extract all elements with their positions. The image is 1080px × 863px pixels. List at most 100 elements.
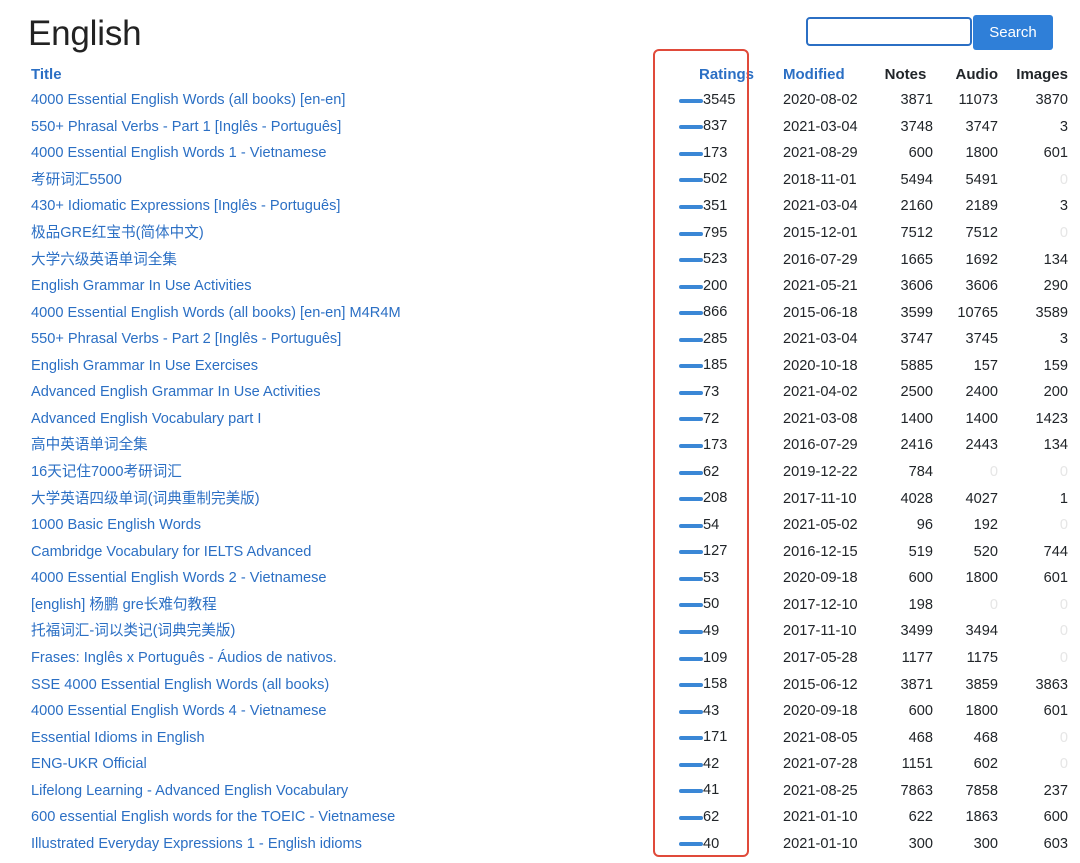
table-row: Lifelong Learning - Advanced English Voc… <box>24 778 1068 805</box>
notes-cell: 600 <box>908 145 933 162</box>
deck-link[interactable]: Cambridge Vocabulary for IELTS Advanced <box>31 544 311 560</box>
rating-cell: 42 <box>676 752 777 779</box>
audio-cell: 11073 <box>958 92 999 109</box>
deck-link[interactable]: 大学六级英语单词全集 <box>31 252 177 268</box>
header-title[interactable]: Title <box>24 62 676 88</box>
notes-cell: 7863 <box>900 782 933 799</box>
rating-cell: 185 <box>676 353 777 380</box>
rating-bar <box>679 815 703 820</box>
deck-title-cell: 550+ Phrasal Verbs - Part 2 [Inglês - Po… <box>24 327 676 354</box>
deck-link[interactable]: 600 essential English words for the TOEI… <box>31 809 395 825</box>
deck-link[interactable]: 550+ Phrasal Verbs - Part 2 [Inglês - Po… <box>31 331 341 347</box>
modified-cell: 2016-07-29 <box>783 251 858 268</box>
audio-cell: 0 <box>989 596 998 613</box>
deck-link[interactable]: 考研词汇5500 <box>31 172 122 188</box>
modified-cell: 2017-11-10 <box>783 623 857 640</box>
rating-bar <box>679 284 703 289</box>
deck-title-cell: English Grammar In Use Activities <box>24 274 676 301</box>
table-row: 4000 Essential English Words 4 - Vietnam… <box>24 699 1068 726</box>
deck-link[interactable]: 16天记住7000考研词汇 <box>31 464 182 480</box>
rating-bar <box>679 683 703 688</box>
images-cell: 3 <box>1059 118 1068 135</box>
audio-cell: 468 <box>973 729 998 746</box>
deck-link[interactable]: 极品GRE红宝书(简体中文) <box>31 225 204 241</box>
deck-title-cell: 4000 Essential English Words 4 - Vietnam… <box>24 699 676 726</box>
deck-link[interactable]: [english] 杨鹏 gre长难句教程 <box>31 597 217 613</box>
images-cell: 0 <box>1059 756 1068 773</box>
deck-link[interactable]: 1000 Basic English Words <box>31 517 201 533</box>
audio-cell: 4027 <box>965 490 998 507</box>
notes-cell: 198 <box>908 596 933 613</box>
deck-link[interactable]: 4000 Essential English Words 2 - Vietnam… <box>31 570 327 586</box>
modified-cell: 2019-12-22 <box>783 464 858 481</box>
deck-link[interactable]: Illustrated Everyday Expressions 1 - Eng… <box>31 836 362 852</box>
sort-by-ratings-link[interactable]: Ratings <box>699 66 754 83</box>
deck-title-cell: English Grammar In Use Exercises <box>24 353 676 380</box>
audio-cell: 602 <box>973 756 998 773</box>
rating-cell: 62 <box>676 805 777 832</box>
search-button[interactable]: Search <box>973 15 1053 50</box>
shared-decks-table: Title Ratings Modified Notes Audio Image… <box>24 62 1068 863</box>
deck-link[interactable]: Advanced English Grammar In Use Activiti… <box>31 384 321 400</box>
deck-link[interactable]: 大学英语四级单词(词典重制完美版) <box>31 491 260 507</box>
notes-cell: 1177 <box>901 649 933 666</box>
modified-cell: 2021-08-25 <box>783 782 858 799</box>
deck-link[interactable]: English Grammar In Use Exercises <box>31 358 258 374</box>
audio-cell: 7858 <box>965 782 998 799</box>
notes-cell: 7512 <box>900 224 933 241</box>
deck-title-cell: Advanced English Grammar In Use Activiti… <box>24 380 676 407</box>
header-ratings[interactable]: Ratings <box>676 62 777 88</box>
audio-cell: 1800 <box>965 145 998 162</box>
rating-value: 285 <box>703 330 728 347</box>
table-row: English Grammar In Use Activities 200 2021… <box>24 274 1068 301</box>
rating-cell: 127 <box>676 539 777 566</box>
deck-link[interactable]: English Grammar In Use Activities <box>31 278 252 294</box>
deck-link[interactable]: 高中英语单词全集 <box>31 437 148 453</box>
deck-link[interactable]: 4000 Essential English Words (all books)… <box>31 92 345 108</box>
modified-cell: 2015-06-12 <box>783 676 858 693</box>
search-input[interactable] <box>806 17 972 46</box>
notes-cell: 519 <box>908 543 933 560</box>
modified-cell: 2021-08-29 <box>783 145 858 162</box>
deck-title-cell: 极品GRE红宝书(简体中文) <box>24 221 676 248</box>
audio-cell: 5491 <box>965 171 998 188</box>
rating-cell: 158 <box>676 672 777 699</box>
images-cell: 159 <box>1043 357 1068 374</box>
rating-bar <box>679 444 703 449</box>
rating-cell: 49 <box>676 619 777 646</box>
sort-by-title-link[interactable]: Title <box>31 66 62 83</box>
modified-cell: 2015-12-01 <box>783 224 858 241</box>
deck-link[interactable]: 4000 Essential English Words 1 - Vietnam… <box>31 145 327 161</box>
rating-value: 50 <box>703 596 720 613</box>
rating-cell: 173 <box>676 433 777 460</box>
audio-cell: 300 <box>973 835 998 852</box>
deck-link[interactable]: Lifelong Learning - Advanced English Voc… <box>31 783 348 799</box>
modified-cell: 2017-12-10 <box>783 596 858 613</box>
rating-bar <box>679 709 703 714</box>
deck-link[interactable]: ENG-UKR Official <box>31 756 147 772</box>
images-cell: 0 <box>1059 649 1068 666</box>
table-row: Advanced English Grammar In Use Activiti… <box>24 380 1068 407</box>
deck-link[interactable]: 430+ Idiomatic Expressions [Inglês - Por… <box>31 198 340 214</box>
deck-link[interactable]: 托福词汇-词以类记(词典完美版) <box>31 623 235 639</box>
deck-link[interactable]: 4000 Essential English Words 4 - Vietnam… <box>31 703 327 719</box>
modified-cell: 2021-03-08 <box>783 410 858 427</box>
modified-cell: 2020-09-18 <box>783 703 858 720</box>
audio-cell: 1175 <box>966 649 998 666</box>
modified-cell: 2017-11-10 <box>783 490 857 507</box>
deck-link[interactable]: Essential Idioms in English <box>31 730 205 746</box>
deck-link[interactable]: Frases: Inglês x Português - Áudios de n… <box>31 650 337 666</box>
deck-link[interactable]: 550+ Phrasal Verbs - Part 1 [Inglês - Po… <box>31 119 341 135</box>
rating-bar <box>679 231 703 236</box>
audio-cell: 2189 <box>965 198 998 215</box>
deck-link[interactable]: Advanced English Vocabulary part I <box>31 411 261 427</box>
header-modified[interactable]: Modified <box>777 62 878 88</box>
deck-link[interactable]: SSE 4000 Essential English Words (all bo… <box>31 677 329 693</box>
rating-cell: 73 <box>676 380 777 407</box>
audio-cell: 3859 <box>965 676 998 693</box>
sort-by-modified-link[interactable]: Modified <box>783 66 845 83</box>
table-row: 托福词汇-词以类记(词典完美版) 49 2017-11-10 3499 3494 0 <box>24 619 1068 646</box>
audio-cell: 1400 <box>965 410 998 427</box>
audio-cell: 3747 <box>965 118 998 135</box>
deck-link[interactable]: 4000 Essential English Words (all books)… <box>31 305 401 321</box>
